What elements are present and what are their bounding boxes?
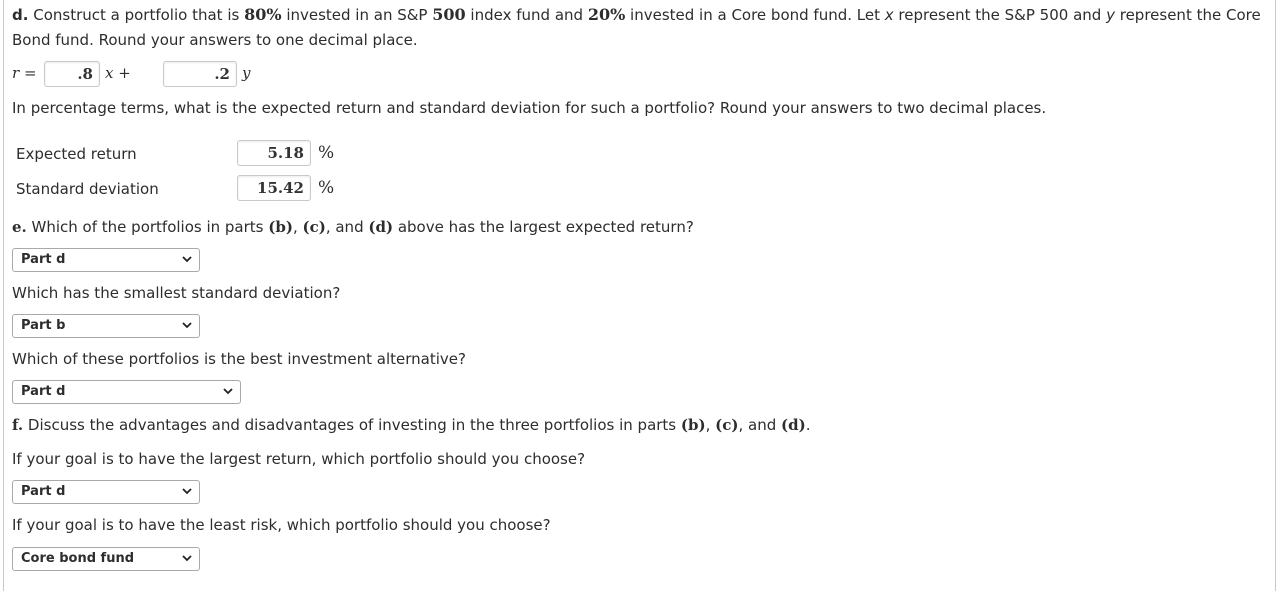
chevron-down-icon — [182, 555, 192, 562]
largest-return-select[interactable]: Part d — [12, 248, 200, 272]
x-coefficient-input[interactable]: .8 — [44, 61, 100, 87]
best-alternative-select[interactable]: Part d — [12, 380, 241, 404]
largest-return-goal-select[interactable]: Part d — [12, 480, 200, 504]
least-risk-goal-select[interactable]: Core bond fund — [12, 547, 200, 571]
chevron-down-icon — [182, 488, 192, 495]
part-d-followup: In percentage terms, what is the expecte… — [12, 99, 1047, 117]
part-f-question: f. Discuss the advantages and disadvanta… — [12, 416, 811, 434]
selected-option: Core bond fund — [21, 551, 135, 566]
part-e-label: e. — [12, 218, 27, 236]
chevron-down-icon — [223, 388, 233, 395]
expected-return-label: Expected return — [16, 145, 137, 163]
part-d-label: d. — [12, 6, 29, 24]
standard-deviation-unit: % — [318, 178, 335, 198]
standard-deviation-input[interactable]: 15.42 — [237, 175, 311, 201]
smallest-sd-select[interactable]: Part b — [12, 314, 200, 338]
equation-lhs: r = — [12, 64, 37, 82]
chevron-down-icon — [182, 322, 192, 329]
least-risk-goal-question: If your goal is to have the least risk, … — [12, 516, 551, 534]
chevron-down-icon — [182, 256, 192, 263]
expected-return-unit: % — [318, 143, 335, 163]
largest-return-goal-question: If your goal is to have the largest retu… — [12, 450, 586, 468]
standard-deviation-label: Standard deviation — [16, 180, 159, 198]
equation-y-term: y — [242, 64, 251, 82]
part-d-question-line2: Bond fund. Round your answers to one dec… — [12, 31, 418, 49]
selected-option: Part d — [21, 384, 66, 399]
selected-option: Part d — [21, 484, 66, 499]
part-d-question: d. Construct a portfolio that is 80% inv… — [12, 5, 1261, 24]
smallest-sd-question: Which has the smallest standard deviatio… — [12, 284, 341, 302]
expected-return-input[interactable]: 5.18 — [237, 140, 311, 166]
y-coefficient-input[interactable]: .2 — [163, 61, 237, 87]
best-alternative-question: Which of these portfolios is the best in… — [12, 350, 466, 368]
part-e-question: e. Which of the portfolios in parts (b),… — [12, 218, 694, 236]
selected-option: Part d — [21, 252, 66, 267]
equation-x-term: x + — [105, 64, 131, 82]
part-f-label: f. — [12, 416, 24, 434]
selected-option: Part b — [21, 318, 66, 333]
